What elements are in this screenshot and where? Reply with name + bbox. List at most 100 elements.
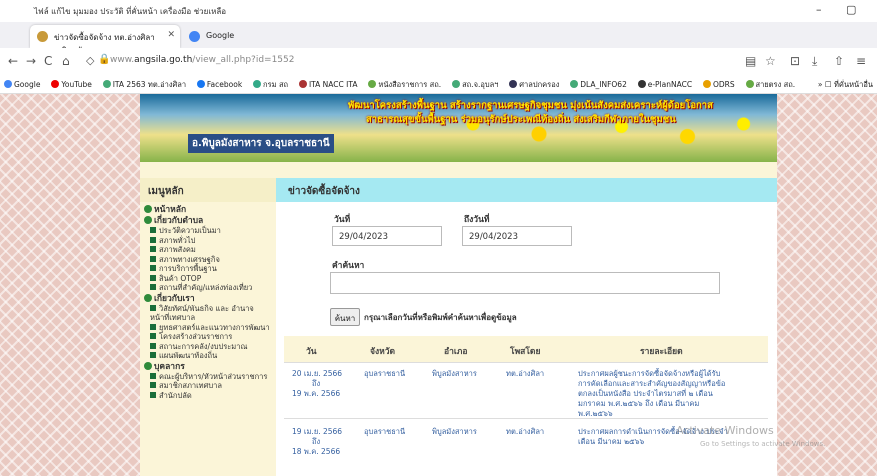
sidebar-item[interactable]: สภาพสังคม [144,245,272,255]
to-date-label: ถึงวันที่ [464,215,490,225]
bookmark[interactable]: e-PlanNACC [637,80,692,89]
sidebar-section-heading[interactable]: เกี่ยวกับเรา [144,293,272,304]
sidebar-item[interactable]: ยุทธศาสตร์และแนวทางการพัฒนา [144,323,272,333]
bookmark[interactable]: กรม สถ [253,79,288,91]
sidebar-item-label: สภาพทั่วไป [159,235,196,245]
bookmark[interactable]: DLA_INFO62 [570,80,627,89]
download-icon[interactable]: ⤓ [812,54,817,69]
sidebar-item[interactable]: สภาพทางเศรษฐกิจ [144,255,272,265]
bookmark[interactable]: สายตรง สถ. [745,79,795,91]
pocket-icon[interactable]: ⊡ [790,54,800,68]
bookmark[interactable]: Google [4,80,40,89]
maximize-button[interactable]: ▢ [846,3,856,16]
close-icon[interactable]: ✕ [167,30,175,40]
sidebar-item[interactable]: โครงสร้างส่วนราชการ [144,332,272,342]
url-path: /view_all.php?id=1552 [192,55,295,65]
watermark-title: Activate Windows [676,424,774,437]
google-icon [189,31,200,42]
shield-icon: ◇ [86,54,95,67]
sidebar-item-label: แผนพัฒนาท้องถิ่น [159,351,218,360]
menu-items[interactable]: ไฟล์ แก้ไข มุมมอง ประวัติ ที่คั่นหน้า เค… [34,5,226,18]
extension-icon[interactable]: ⇧ [834,54,844,68]
globe-icon [144,293,152,302]
reload-icon[interactable]: C [44,54,52,68]
bullet-icon [150,333,156,339]
sidebar-item[interactable]: สภาพทั่วไป [144,236,272,246]
sidebar-item-label: ยุทธศาสตร์และแนวทางการพัฒนา [159,322,270,332]
bookmark[interactable]: YouTube [51,80,92,89]
tab-label: Google [206,31,235,40]
bookmarks-bar: Google YouTube ITA 2563 ทต.อ่างศิลา Face… [0,74,877,94]
back-icon[interactable]: ← [8,54,18,68]
reader-icon[interactable]: ▤ [745,54,756,68]
bullet-icon [150,323,156,330]
bookmarks-more[interactable]: » ☐ ที่คั่นหน้าอื่น [817,79,873,91]
sidebar-item-label: เกี่ยวกับตำบล [154,216,204,226]
row-district[interactable]: พิบูลมังสาหาร [432,427,477,437]
sidebar-item[interactable]: สถานที่สำคัญ/แหล่งท่องเที่ยว [144,283,272,293]
banner-slogan-1: พัฒนาโครงสร้างพื้นฐาน สร้างรากฐานเศรษฐกิ… [348,100,713,111]
row-detail[interactable]: ประกาศผลผู้ชนะการจัดซื้อจัดจ้างหรือผู้ได… [578,369,766,419]
tab-active[interactable]: ข่าวจัดซื้อจัดจ้าง ทต.อ่างศิลา อ.พิบูลมั… [30,25,180,55]
star-icon[interactable]: ☆ [765,54,776,68]
sidebar-item[interactable]: สินค้า OTOP [144,274,272,284]
sidebar-item-label: ประวัติความเป็นมา [159,226,221,235]
search-hint: กรุณาเลือกวันที่หรือพิมพ์คำค้นหาเพื่อดูข… [364,313,517,322]
globe-icon [144,216,152,224]
row-date[interactable]: 20 เม.ย. 2566 ถึง 19 พ.ค. 2566 [292,369,342,399]
home-icon[interactable]: ⌂ [62,54,70,68]
sidebar-item[interactable]: คณะผู้บริหาร/หัวหน้าส่วนราชการ [144,372,272,382]
table-row[interactable]: 20 เม.ย. 2566 ถึง 19 พ.ค. 2566 อุบลราชธานี… [284,362,768,418]
bookmark[interactable]: ITA NACC ITA [298,80,358,89]
search-button[interactable]: ค้นหา [330,308,360,326]
search-label: คำค้นหา [332,261,365,271]
bullet-icon [150,265,156,271]
site-banner: พัฒนาโครงสร้างพื้นฐาน สร้างรากฐานเศรษฐกิ… [140,94,777,162]
page-background: พัฒนาโครงสร้างพื้นฐาน สร้างรากฐานเศรษฐกิ… [0,94,877,476]
search-input[interactable] [330,272,720,294]
sidebar-item[interactable]: ประวัติความเป็นมา [144,226,272,236]
col-province: จังหวัด [370,347,396,357]
forward-icon[interactable]: → [26,54,36,68]
sidebar-item[interactable]: สำนักปลัด [144,391,272,401]
bullet-icon [150,391,156,398]
bullet-icon [150,304,156,311]
bookmark[interactable]: Facebook [196,80,242,89]
row-poster[interactable]: ทต.อ่างศิลา [506,427,544,437]
sidebar-section-heading[interactable]: บุคลากร [144,361,272,372]
menu-icon[interactable]: ≡ [856,54,866,68]
to-date-field[interactable]: 29/04/2023 [462,226,572,246]
sidebar-section-heading[interactable]: เกี่ยวกับตำบล [144,216,272,226]
col-date: วัน [306,347,317,357]
bullet-icon [150,342,156,349]
minimize-button[interactable]: – [816,3,822,16]
row-province[interactable]: อุบลราชธานี [364,427,405,437]
sidebar-item[interactable]: วิสัยทัศน์/พันธกิจ และ อำนาจหน้าที่เทศบา… [144,304,272,323]
sidebar-item[interactable]: สถานะการคลัง/งบประมาณ [144,342,272,352]
tab-google[interactable]: Google [182,25,234,48]
row-poster[interactable]: ทต.อ่างศิลา [506,369,544,379]
bookmark[interactable]: สถ.จ.อุบลฯ [452,79,498,91]
sidebar-item-label: สินค้า OTOP [159,273,202,283]
sidebar-item[interactable]: สมาชิกสภาเทศบาล [144,381,272,391]
globe-icon [144,205,152,213]
sidebar-item[interactable]: แผนพัฒนาท้องถิ่น [144,351,272,361]
bookmark[interactable]: ศาลปกครอง [509,79,559,91]
bookmark[interactable]: ODRS [702,80,735,89]
row-date[interactable]: 19 เม.ย. 2566 ถึง 18 พ.ค. 2566 [292,427,342,457]
url-host: www. [110,55,135,65]
row-province[interactable]: อุบลราชธานี [364,369,405,379]
sidebar-item-label: วิสัยทัศน์/พันธกิจ และ อำนาจหน้าที่เทศบา… [150,303,254,323]
sidebar-item[interactable]: การบริการพื้นฐาน [144,264,272,274]
sidebar-section-heading[interactable]: หน้าหลัก [144,205,272,215]
lock-icon: 🔒 [98,54,111,65]
sidebar-item-label: คณะผู้บริหาร/หัวหน้าส่วนราชการ [159,371,268,381]
sidebar-title: เมนูหลัก [140,178,276,202]
url-bar[interactable]: ◇ 🔒 www.angsila.go.th/view_all.php?id=15… [82,51,722,71]
bullet-icon [150,227,156,233]
bookmark[interactable]: ITA 2563 ทต.อ่างศิลา [102,79,186,91]
from-date-field[interactable]: 29/04/2023 [332,226,442,246]
bookmark[interactable]: หนังสือราชการ สถ. [368,79,441,91]
col-poster: โพสโดย [510,347,541,357]
row-district[interactable]: พิบูลมังสาหาร [432,369,477,379]
